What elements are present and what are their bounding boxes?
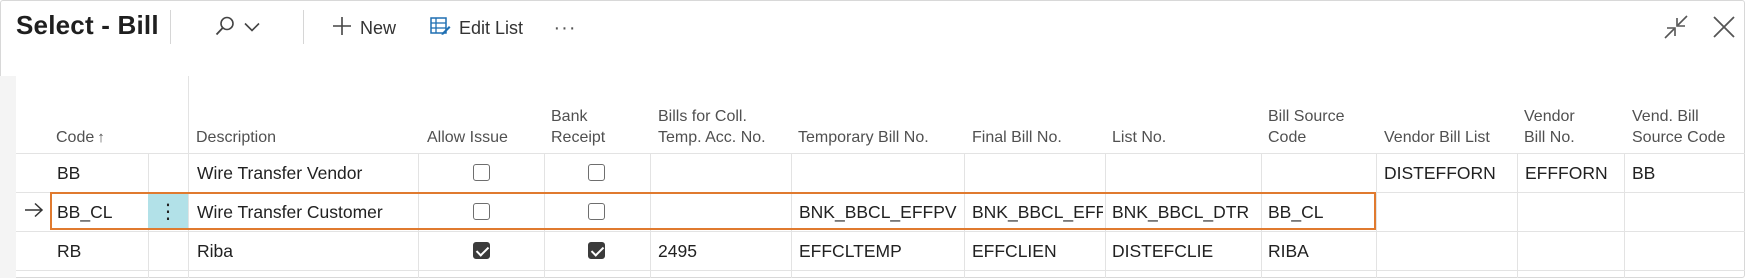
grid-line (1105, 153, 1106, 278)
cell-list-no[interactable]: BNK_BBCL_DTR (1112, 193, 1259, 231)
cell-bills-coll-temp-acc[interactable]: 2495 (658, 232, 788, 270)
column-header-vendor-bill-no[interactable]: Vendor Bill No. (1524, 76, 1624, 154)
cell-vendor-bill-list[interactable]: DISTEFFORN (1384, 154, 1515, 192)
cell-vendor-bill-list[interactable] (1384, 193, 1515, 231)
page-header: Select - Bill New Edit List ··· (0, 0, 1745, 60)
column-header-vendor-bill-list[interactable]: Vendor Bill List (1384, 76, 1524, 154)
grid-line (1517, 153, 1518, 278)
arrow-right-icon (24, 202, 44, 218)
allow-issue-checkbox[interactable] (473, 242, 490, 259)
row-actions-button[interactable]: ⋮ (148, 194, 188, 228)
edit-list-label: Edit List (459, 17, 524, 38)
column-header-bank-receipt[interactable]: Bank Receipt (551, 76, 651, 154)
column-header-label: Final Bill No. (972, 129, 1062, 146)
new-label: New (360, 17, 397, 38)
cell-vendor-bill-no[interactable] (1525, 193, 1622, 231)
cell-final-bill-no[interactable]: BNK_BBCL_EFF (972, 193, 1103, 231)
close-icon[interactable] (1710, 13, 1738, 41)
column-header-vend-bill-source-code[interactable]: Vend. Bill Source Code (1632, 76, 1742, 154)
cell-description[interactable]: Wire Transfer Customer (197, 193, 415, 231)
grid-line (188, 76, 189, 278)
cell-bill-source-code[interactable]: BB_CL (1268, 193, 1374, 231)
column-header-label: Vend. Bill Source Code (1632, 108, 1726, 146)
column-header-label: Description (196, 129, 277, 146)
column-header-label: Code (56, 129, 95, 146)
divider (170, 10, 171, 44)
column-header-label: Allow Issue (427, 129, 508, 146)
grid-line (544, 153, 545, 278)
cell-code[interactable]: BB (57, 154, 145, 192)
grid-line (1376, 153, 1377, 278)
column-header-bills-coll-temp-acc[interactable]: Bills for Coll. Temp. Acc. No. (658, 76, 798, 154)
column-header-label: List No. (1112, 129, 1167, 146)
cell-code[interactable]: RB (57, 232, 145, 270)
cell-vend-bill-source-code[interactable]: BB (1632, 154, 1742, 192)
cell-description[interactable]: Wire Transfer Vendor (197, 154, 415, 192)
edit-list-button[interactable]: Edit List (430, 12, 523, 44)
cell-bills-coll-temp-acc[interactable] (658, 193, 788, 231)
bank-receipt-checkbox[interactable] (588, 242, 605, 259)
column-header-list-no[interactable]: List No. (1112, 76, 1232, 154)
chevron-down-icon (244, 19, 260, 37)
bank-receipt-checkbox[interactable] (588, 203, 605, 220)
cell-temporary-bill-no[interactable]: EFFCLTEMP (799, 232, 962, 270)
collapse-icon[interactable] (1662, 13, 1690, 41)
column-header-label: Bill Source Code (1268, 108, 1345, 146)
cell-list-no[interactable]: DISTEFCLIE (1112, 232, 1259, 270)
column-header-temporary-bill-no[interactable]: Temporary Bill No. (798, 76, 968, 154)
column-header-allow-issue[interactable]: Allow Issue (427, 76, 537, 154)
column-header-label: Bank Receipt (551, 108, 606, 146)
cell-temporary-bill-no[interactable]: BNK_BBCL_EFFPV (799, 193, 962, 231)
grid-line (964, 153, 965, 278)
grid-line (418, 153, 419, 278)
page-title: Select - Bill (16, 10, 159, 40)
cell-bill-source-code[interactable] (1268, 154, 1374, 192)
grid-line (1624, 153, 1625, 278)
cell-final-bill-no[interactable]: EFFCLIEN (972, 232, 1103, 270)
column-header-description[interactable]: Description (196, 76, 396, 154)
cell-vendor-bill-no[interactable] (1525, 232, 1622, 270)
search-button[interactable] (214, 12, 284, 44)
column-header-final-bill-no[interactable]: Final Bill No. (972, 76, 1102, 154)
plus-icon (332, 16, 360, 41)
more-options-button[interactable]: ··· (550, 12, 580, 44)
cell-list-no[interactable] (1112, 154, 1259, 192)
cell-final-bill-no[interactable] (972, 154, 1103, 192)
bank-receipt-checkbox[interactable] (588, 164, 605, 181)
cell-vendor-bill-list[interactable] (1384, 232, 1515, 270)
cell-vend-bill-source-code[interactable] (1632, 193, 1742, 231)
grid-line (650, 153, 651, 278)
search-icon (214, 15, 236, 42)
sort-ascending-icon: ↑ (97, 129, 105, 146)
cell-description[interactable]: Riba (197, 232, 415, 270)
grid-line (1261, 153, 1262, 278)
column-header-code[interactable]: Code ↑ (56, 76, 156, 154)
cell-code[interactable]: BB_CL (57, 193, 145, 231)
column-header-bill-source-code[interactable]: Bill Source Code (1268, 76, 1378, 154)
column-header-label: Temporary Bill No. (798, 129, 929, 146)
grid-gutter (0, 76, 16, 278)
divider (303, 10, 304, 44)
column-header-label: Vendor Bill No. (1524, 108, 1575, 146)
new-button[interactable]: New (332, 12, 396, 44)
grid-line (791, 153, 792, 278)
cell-vendor-bill-no[interactable]: EFFFORN (1525, 154, 1622, 192)
grid-line (16, 270, 1745, 271)
cell-temporary-bill-no[interactable] (799, 154, 962, 192)
allow-issue-checkbox[interactable] (473, 164, 490, 181)
cell-bill-source-code[interactable]: RIBA (1268, 232, 1374, 270)
allow-issue-checkbox[interactable] (473, 203, 490, 220)
column-header-label: Bills for Coll. Temp. Acc. No. (658, 108, 766, 146)
column-header-label: Vendor Bill List (1384, 129, 1490, 146)
edit-list-icon (430, 16, 459, 41)
cell-bills-coll-temp-acc[interactable] (658, 154, 788, 192)
cell-vend-bill-source-code[interactable] (1632, 232, 1742, 270)
